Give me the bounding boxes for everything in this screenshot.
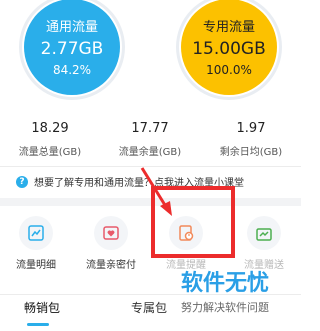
tab-bestsellers[interactable]: 畅销包 (24, 300, 60, 316)
stat-daily-average: 1.97 剩余日均(GB) (201, 121, 301, 160)
divider (0, 294, 301, 295)
tab-exclusive[interactable]: 专属包 (131, 300, 167, 316)
divider (0, 166, 301, 167)
gauge-value: 2.77GB (40, 39, 104, 59)
gauge-value: 15.00GB (192, 39, 266, 59)
active-tab-indicator (27, 323, 49, 326)
traffic-page: 通用流量 2.77GB 84.2% 专用流量 15.00GB 100.0% 18… (0, 0, 301, 331)
gauge-percent: 100.0% (206, 63, 252, 77)
stat-label: 流量总量(GB) (18, 147, 82, 158)
dedicated-traffic-gauge[interactable]: 专用流量 15.00GB 100.0% (176, 0, 282, 106)
question-icon: ? (16, 175, 28, 188)
gauge-percent: 84.2% (52, 63, 92, 77)
gauge-disc: 专用流量 15.00GB 100.0% (181, 0, 277, 95)
general-traffic-gauge[interactable]: 通用流量 2.77GB 84.2% (19, 0, 125, 106)
stat-remaining: 17.77 流量余量(GB) (100, 121, 200, 160)
gauge-title: 专用流量 (202, 20, 255, 35)
stat-total: 18.29 流量总量(GB) (0, 121, 100, 160)
tile-intimate-pay[interactable]: 流量亲密付 (75, 216, 147, 273)
stat-label: 流量余量(GB) (118, 147, 182, 158)
gift-icon (247, 216, 281, 250)
tile-label: 流量明细 (16, 260, 56, 271)
heart-card-icon (94, 216, 128, 250)
stat-label: 剩余日均(GB) (219, 147, 283, 158)
stat-value: 1.97 (236, 121, 266, 136)
stat-value: 17.77 (131, 121, 169, 136)
package-tabs: 畅销包 专属包 (0, 294, 301, 331)
stat-value: 18.29 (31, 121, 69, 136)
tile-label: 流量亲密付 (86, 260, 136, 271)
chart-icon (19, 216, 53, 250)
tile-traffic-gift[interactable]: 流量赠送 (228, 216, 300, 273)
gauge-disc: 通用流量 2.77GB 84.2% (24, 0, 120, 95)
highlight-box (151, 186, 235, 258)
tile-traffic-detail[interactable]: 流量明细 (0, 216, 72, 273)
gauge-title: 通用流量 (45, 20, 98, 35)
